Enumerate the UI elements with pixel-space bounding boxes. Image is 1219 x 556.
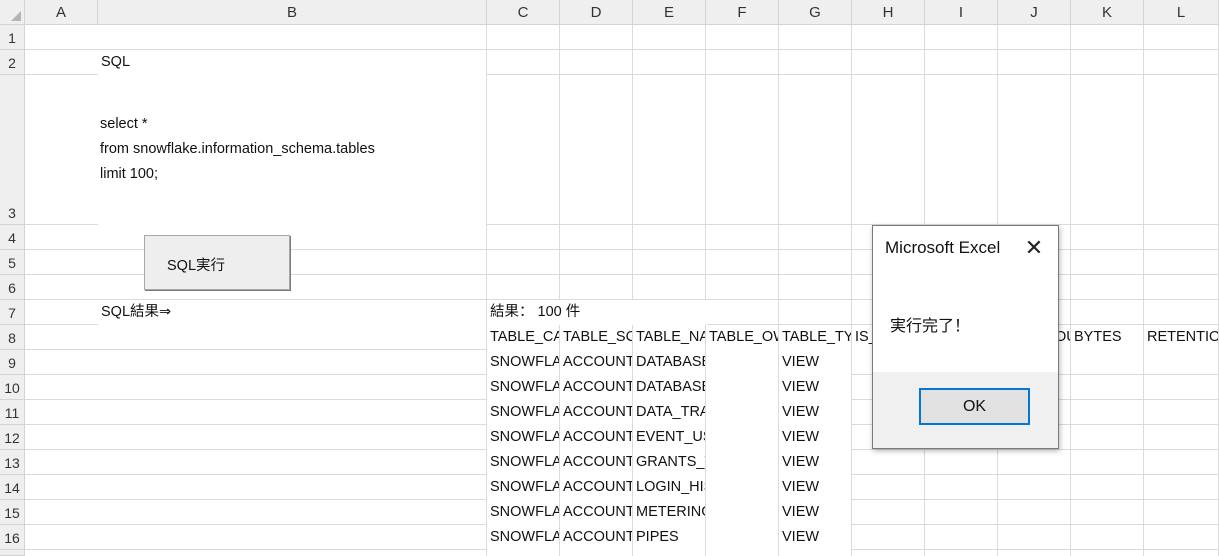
table-cell[interactable]: SNOWFLAKE [487,500,559,525]
row-header-8[interactable]: 8 [0,325,25,350]
table-cell[interactable]: VIEW [779,525,851,550]
table-header-cell[interactable]: TABLE_NAME [633,325,705,350]
column-header-j[interactable]: J [998,0,1071,25]
table-cell[interactable] [706,375,778,400]
sql-line-3: limit 100; [100,166,159,182]
column-header-d[interactable]: D [560,0,633,25]
dialog-footer: OK [873,372,1058,448]
row-header-7[interactable]: 7 [0,300,25,325]
sql-line-1: select * [100,116,148,132]
row-header-2[interactable]: 2 [0,50,25,75]
grid-line-vertical [851,25,852,556]
table-cell[interactable] [706,500,778,525]
column-header-i[interactable]: I [925,0,998,25]
table-cell[interactable]: ACCOUNT_USAGE [560,500,632,525]
row-header-5[interactable]: 5 [0,250,25,275]
table-header-cell[interactable]: TABLE_CATALOG [487,325,559,350]
dialog-title: Microsoft Excel [885,238,1001,257]
table-cell[interactable]: VIEW [779,475,851,500]
row-header-15[interactable]: 15 [0,500,25,525]
table-cell[interactable]: ACCOUNT_USAGE [560,475,632,500]
table-cell[interactable] [706,350,778,375]
table-cell[interactable]: VIEW [779,450,851,475]
table-cell[interactable]: ACCOUNT_USAGE [560,525,632,550]
sql-line-2: from snowflake.information_schema.tables [100,141,375,157]
table-cell[interactable]: VIEW [779,425,851,450]
result-label: SQL結果⇒ [98,300,486,325]
table-cell[interactable]: SNOWFLAKE [487,350,559,375]
column-header-f[interactable]: F [706,0,779,25]
table-cell[interactable] [706,400,778,425]
row-header-10[interactable]: 10 [0,375,25,400]
ok-button[interactable]: OK [919,388,1030,425]
table-header-cell[interactable]: RETENTION_TIME [1144,325,1218,350]
table-cell[interactable]: EVENT_USAGE_HISTORY [633,425,705,450]
table-cell[interactable] [706,475,778,500]
table-cell[interactable]: SNOWFLAKE [487,475,559,500]
table-cell[interactable]: VIEW [779,400,851,425]
table-cell[interactable]: ACCOUNT_USAGE [560,375,632,400]
table-cell[interactable] [706,450,778,475]
row-header-12[interactable]: 12 [0,425,25,450]
table-cell[interactable]: METERING_DAILY_HISTORY [633,500,705,525]
grid-line-vertical [1143,25,1144,556]
column-header-e[interactable]: E [633,0,706,25]
grid-line-vertical [1070,25,1071,556]
table-cell[interactable]: ACCOUNT_USAGE [560,425,632,450]
table-cell[interactable]: DATABASES [633,350,705,375]
row-header-16[interactable]: 16 [0,525,25,550]
column-header-a[interactable]: A [25,0,98,25]
column-header-l[interactable]: L [1144,0,1219,25]
table-cell[interactable]: SNOWFLAKE [487,425,559,450]
table-cell[interactable]: VIEW [779,500,851,525]
result-count: 結果： 100 件 [487,300,707,325]
table-header-cell[interactable]: BYTES [1071,325,1143,350]
column-header-b[interactable]: B [98,0,487,25]
table-cell[interactable] [706,525,778,550]
table-header-cell[interactable]: TABLE_TYPE [779,325,851,350]
column-header-c[interactable]: C [487,0,560,25]
select-all-corner[interactable] [0,0,25,25]
table-cell[interactable]: SNOWFLAKE [487,450,559,475]
table-cell[interactable]: VIEW [779,375,851,400]
message-dialog: Microsoft Excel ✕ 実行完了！ OK [872,225,1059,449]
sql-label: SQL [98,50,486,75]
table-cell[interactable]: DATA_TRANSFER_HISTORY [633,400,705,425]
row-header-6[interactable]: 6 [0,275,25,300]
table-cell[interactable]: DATABASE_REPLICATION_USAGE_HISTORY [633,375,705,400]
table-cell[interactable]: LOGIN_HISTORY [633,475,705,500]
run-sql-button[interactable]: SQL実行 [144,235,290,290]
row-header-1[interactable]: 1 [0,25,25,50]
column-header-h[interactable]: H [852,0,925,25]
row-header-3[interactable]: 3 [0,75,25,225]
table-cell[interactable]: VIEW [779,350,851,375]
row-header-9[interactable]: 9 [0,350,25,375]
column-header-g[interactable]: G [779,0,852,25]
column-header-k[interactable]: K [1071,0,1144,25]
table-cell[interactable]: ACCOUNT_USAGE [560,450,632,475]
row-header-4[interactable]: 4 [0,225,25,250]
table-header-cell[interactable]: TABLE_SCHEMA [560,325,632,350]
close-icon[interactable]: ✕ [1019,233,1049,263]
table-cell[interactable]: ACCOUNT_USAGE [560,400,632,425]
row-header-11[interactable]: 11 [0,400,25,425]
row-header-partial [0,550,25,556]
row-header-14[interactable]: 14 [0,475,25,500]
table-cell[interactable]: SNOWFLAKE [487,400,559,425]
table-cell[interactable] [706,425,778,450]
table-cell[interactable]: PIPES [633,525,705,550]
table-cell[interactable]: GRANTS_TO_ROLES [633,450,705,475]
table-cell[interactable]: SNOWFLAKE [487,525,559,550]
table-header-cell[interactable]: TABLE_OWNER [706,325,778,350]
table-cell[interactable]: SNOWFLAKE [487,375,559,400]
row-header-13[interactable]: 13 [0,450,25,475]
table-cell[interactable]: ACCOUNT_USAGE [560,350,632,375]
dialog-message: 実行完了！ [890,318,971,335]
